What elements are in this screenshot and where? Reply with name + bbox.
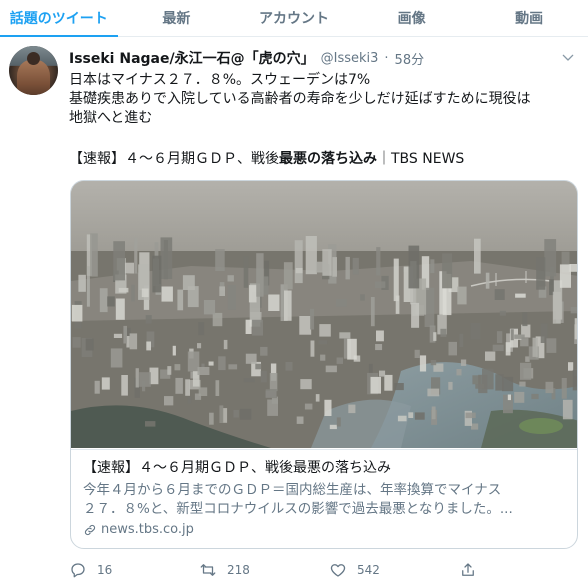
- link-title-suffix: ｜TBS NEWS: [377, 151, 465, 167]
- like-count: 542: [357, 563, 380, 577]
- card-desc-line: 今年４月から６月までのＧＤＰ＝国内総生産は、年率換算でマイナス: [83, 482, 502, 498]
- retweet-icon: [200, 564, 216, 576]
- card-domain: news.tbs.co.jp: [83, 522, 565, 537]
- card-domain-text: news.tbs.co.jp: [101, 522, 194, 537]
- tweet[interactable]: Isseki Nagae/永江一石@「虎の穴」 @Isseki3 · 58分 日…: [0, 38, 588, 588]
- tweet-header: Isseki Nagae/永江一石@「虎の穴」 @Isseki3 · 58分: [69, 48, 424, 68]
- reply-icon: [71, 563, 85, 578]
- chevron-down-icon[interactable]: [560, 50, 576, 66]
- card-description: 今年４月から６月までのＧＤＰ＝国内総生産は、年率換算でマイナス ２７．８%と、新…: [83, 481, 565, 519]
- card-desc-line: ２７．８%と、新型コロナウイルスの影響で過去最悪となりました。...: [83, 501, 513, 517]
- heart-icon: [330, 564, 346, 577]
- separator-dot: ·: [384, 50, 389, 66]
- card-title[interactable]: 【速報】４～６月期ＧＤＰ、戦後最悪の落ち込み: [83, 459, 565, 478]
- link-card[interactable]: 【速報】４～６月期ＧＤＰ、戦後最悪の落ち込み 今年４月から６月までのＧＤＰ＝国内…: [70, 180, 578, 549]
- tweet-text-line: 地獄へと進む: [69, 110, 153, 126]
- author-handle[interactable]: @Isseki3: [321, 51, 379, 66]
- link-title-prefix: 【速報】４～６月期ＧＤＰ、戦後: [69, 151, 279, 167]
- link-title-bold: 最悪の落ち込み: [279, 151, 377, 167]
- tab-videos[interactable]: 動画: [470, 0, 588, 36]
- reply-button[interactable]: 16: [69, 561, 199, 579]
- like-button[interactable]: 542: [329, 561, 459, 579]
- search-tabs: 話題のツイート 最新 アカウント 画像 動画: [0, 0, 588, 37]
- tab-top[interactable]: 話題のツイート: [0, 0, 118, 37]
- tweet-text: 日本はマイナス２７．８%。スウェーデンは7% 基礎疾患ありで入院している高齢者の…: [69, 71, 574, 128]
- card-image-cityscape[interactable]: [71, 181, 577, 448]
- card-meta: 【速報】４～６月期ＧＤＰ、戦後最悪の落ち込み 今年４月から６月までのＧＤＰ＝国内…: [71, 449, 577, 537]
- link-icon: [84, 524, 96, 535]
- tab-photos[interactable]: 画像: [353, 0, 471, 36]
- share-icon: [462, 563, 474, 576]
- shared-link-title: 【速報】４～６月期ＧＤＰ、戦後最悪の落ち込み｜TBS NEWS: [69, 150, 464, 169]
- tweet-time[interactable]: 58分: [395, 49, 425, 68]
- tweet-text-line: 基礎疾患ありで入院している高齢者の寿命を少しだけ延ばすために現役は: [69, 91, 531, 107]
- avatar[interactable]: [9, 46, 58, 95]
- tweet-text-line: 日本はマイナス２７．８%。スウェーデンは7%: [69, 72, 371, 88]
- tab-accounts[interactable]: アカウント: [235, 0, 353, 36]
- tweet-actions: 16 218 542: [69, 560, 509, 580]
- author-name[interactable]: Isseki Nagae/永江一石@「虎の穴」: [69, 48, 315, 68]
- tab-latest[interactable]: 最新: [118, 0, 236, 36]
- reply-count: 16: [97, 563, 113, 577]
- share-button[interactable]: [459, 561, 477, 579]
- retweet-button[interactable]: 218: [199, 561, 329, 579]
- retweet-count: 218: [227, 563, 250, 577]
